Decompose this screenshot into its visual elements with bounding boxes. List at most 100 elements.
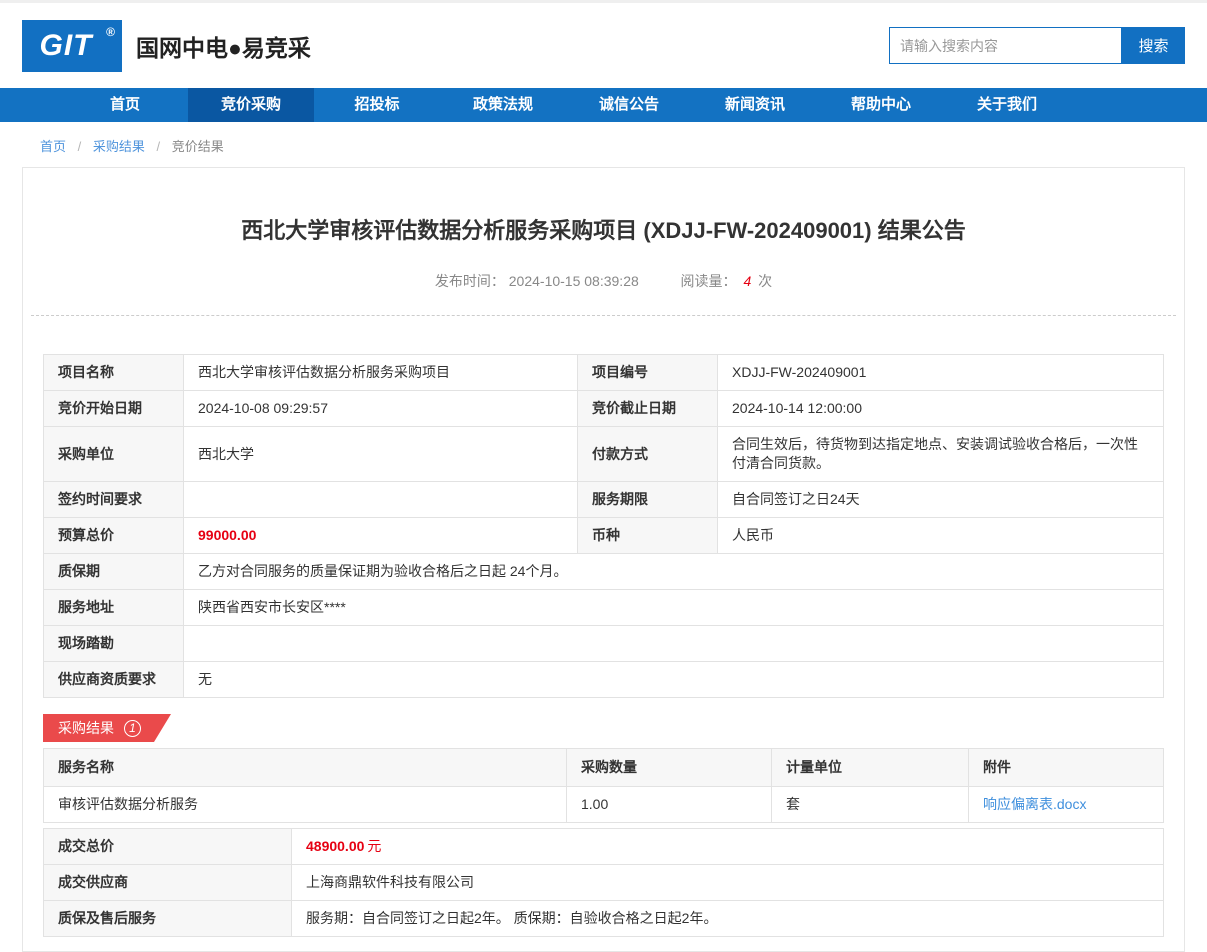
deal-summary-table: 成交总价 48900.00元 成交供应商 上海商鼎软件科技有限公司 质保及售后服… (43, 828, 1164, 937)
purchaser-value: 西北大学 (184, 427, 578, 482)
publish-time-label: 发布时间： (435, 273, 505, 289)
deal-total-label: 成交总价 (44, 829, 292, 865)
main-nav: 首页 竞价采购 招投标 政策法规 诚信公告 新闻资讯 帮助中心 关于我们 (0, 88, 1207, 122)
aftersale-value: 服务期：自合同签订之日起2年。 质保期：自验收合格之日起2年。 (292, 901, 1164, 937)
currency-value: 人民币 (718, 518, 1164, 554)
sign-time-label: 签约时间要求 (44, 482, 184, 518)
content-card: 西北大学审核评估数据分析服务采购项目 (XDJJ-FW-202409001) 结… (22, 167, 1185, 952)
table-header-row: 服务名称 采购数量 计量单位 附件 (44, 749, 1164, 787)
bid-start-value: 2024-10-08 09:29:57 (184, 391, 578, 427)
site-name: 国网中电●易竞采 (136, 29, 311, 63)
project-code-value: XDJJ-FW-202409001 (718, 355, 1164, 391)
nav-items: 首页 竞价采购 招投标 政策法规 诚信公告 新闻资讯 帮助中心 关于我们 (0, 88, 1207, 122)
publish-info: 发布时间： 2024-10-15 08:39:28 阅读量： 4 次 (43, 271, 1164, 291)
project-info-table: 项目名称 西北大学审核评估数据分析服务采购项目 项目编号 XDJJ-FW-202… (43, 354, 1164, 698)
warranty-value: 乙方对合同服务的质量保证期为验收合格后之日起 24个月。 (184, 554, 1164, 590)
table-row: 项目名称 西北大学审核评估数据分析服务采购项目 项目编号 XDJJ-FW-202… (44, 355, 1164, 391)
col-service-name: 服务名称 (44, 749, 567, 787)
table-row: 成交供应商 上海商鼎软件科技有限公司 (44, 865, 1164, 901)
budget-value: 99000.00 (184, 518, 578, 554)
col-unit: 计量单位 (772, 749, 969, 787)
deal-total-unit: 元 (367, 838, 381, 854)
site-visit-label: 现场踏勘 (44, 626, 184, 662)
purchaser-label: 采购单位 (44, 427, 184, 482)
nav-item-about-us[interactable]: 关于我们 (944, 88, 1070, 122)
col-quantity: 采购数量 (567, 749, 772, 787)
views-count: 4 (743, 273, 751, 289)
breadcrumb: 首页 / 采购结果 / 竞价结果 (0, 122, 1207, 167)
service-name-value: 审核评估数据分析服务 (44, 787, 567, 823)
aftersale-label: 质保及售后服务 (44, 901, 292, 937)
sign-time-value (184, 482, 578, 518)
nav-item-policies[interactable]: 政策法规 (440, 88, 566, 122)
table-row: 签约时间要求 服务期限 自合同签订之日24天 (44, 482, 1164, 518)
nav-item-bidding-purchase[interactable]: 竞价采购 (188, 88, 314, 122)
registered-trademark-icon: ® (106, 25, 115, 39)
service-period-value: 自合同签订之日24天 (718, 482, 1164, 518)
breadcrumb-purchase-results[interactable]: 采购结果 (93, 139, 145, 154)
bid-end-value: 2024-10-14 12:00:00 (718, 391, 1164, 427)
brand: GIT ® 国网中电●易竞采 (22, 20, 311, 72)
project-name-label: 项目名称 (44, 355, 184, 391)
service-period-label: 服务期限 (578, 482, 718, 518)
supplier-label: 成交供应商 (44, 865, 292, 901)
table-row: 成交总价 48900.00元 (44, 829, 1164, 865)
nav-item-news[interactable]: 新闻资讯 (692, 88, 818, 122)
search-input[interactable] (889, 27, 1122, 64)
table-row: 预算总价 99000.00 币种 人民币 (44, 518, 1164, 554)
result-section: 采购结果 1 (43, 714, 1164, 742)
bid-start-label: 竞价开始日期 (44, 391, 184, 427)
views-unit: 次 (758, 273, 772, 289)
qualification-value: 无 (184, 662, 1164, 698)
table-row: 质保期 乙方对合同服务的质量保证期为验收合格后之日起 24个月。 (44, 554, 1164, 590)
table-row: 采购单位 西北大学 付款方式 合同生效后，待货物到达指定地点、安装调试验收合格后… (44, 427, 1164, 482)
table-row: 服务地址 陕西省西安市长安区**** (44, 590, 1164, 626)
project-name-value: 西北大学审核评估数据分析服务采购项目 (184, 355, 578, 391)
publish-time-value: 2024-10-15 08:39:28 (509, 273, 639, 289)
table-row: 审核评估数据分析服务 1.00 套 响应偏离表.docx (44, 787, 1164, 823)
attachment-link[interactable]: 响应偏离表.docx (983, 796, 1086, 812)
attachment-cell: 响应偏离表.docx (969, 787, 1164, 823)
nav-item-home[interactable]: 首页 (62, 88, 188, 122)
page-title: 西北大学审核评估数据分析服务采购项目 (XDJJ-FW-202409001) 结… (43, 213, 1164, 245)
unit-value: 套 (772, 787, 969, 823)
project-code-label: 项目编号 (578, 355, 718, 391)
table-row: 质保及售后服务 服务期：自合同签订之日起2年。 质保期：自验收合格之日起2年。 (44, 901, 1164, 937)
payment-label: 付款方式 (578, 427, 718, 482)
result-count-badge: 1 (124, 720, 141, 737)
nav-item-tendering[interactable]: 招投标 (314, 88, 440, 122)
breadcrumb-separator: / (157, 139, 161, 154)
supplier-value: 上海商鼎软件科技有限公司 (292, 865, 1164, 901)
git-logo: GIT ® (22, 20, 122, 72)
budget-label: 预算总价 (44, 518, 184, 554)
dashed-divider (31, 315, 1176, 316)
deal-total-amount: 48900.00 (306, 838, 364, 854)
table-row: 竞价开始日期 2024-10-08 09:29:57 竞价截止日期 2024-1… (44, 391, 1164, 427)
result-tab: 采购结果 1 (43, 714, 171, 742)
service-address-value: 陕西省西安市长安区**** (184, 590, 1164, 626)
logo-text: GIT (40, 29, 93, 63)
breadcrumb-current: 竞价结果 (172, 139, 224, 154)
search-bar: 搜索 (889, 27, 1185, 64)
header: GIT ® 国网中电●易竞采 搜索 (0, 3, 1207, 88)
payment-value: 合同生效后，待货物到达指定地点、安装调试验收合格后，一次性付清合同货款。 (718, 427, 1164, 482)
bid-end-label: 竞价截止日期 (578, 391, 718, 427)
search-button[interactable]: 搜索 (1122, 27, 1185, 64)
col-attachment: 附件 (969, 749, 1164, 787)
result-tab-label: 采购结果 (58, 718, 114, 738)
views-label: 阅读量： (681, 273, 737, 289)
site-visit-value (184, 626, 1164, 662)
warranty-label: 质保期 (44, 554, 184, 590)
deal-total-value: 48900.00元 (292, 829, 1164, 865)
breadcrumb-home[interactable]: 首页 (40, 139, 66, 154)
nav-item-integrity-notices[interactable]: 诚信公告 (566, 88, 692, 122)
breadcrumb-separator: / (78, 139, 82, 154)
quantity-value: 1.00 (567, 787, 772, 823)
budget-amount: 99000.00 (198, 527, 256, 543)
table-row: 供应商资质要求 无 (44, 662, 1164, 698)
result-items-table: 服务名称 采购数量 计量单位 附件 审核评估数据分析服务 1.00 套 响应偏离… (43, 748, 1164, 823)
service-address-label: 服务地址 (44, 590, 184, 626)
nav-item-help-center[interactable]: 帮助中心 (818, 88, 944, 122)
qualification-label: 供应商资质要求 (44, 662, 184, 698)
currency-label: 币种 (578, 518, 718, 554)
